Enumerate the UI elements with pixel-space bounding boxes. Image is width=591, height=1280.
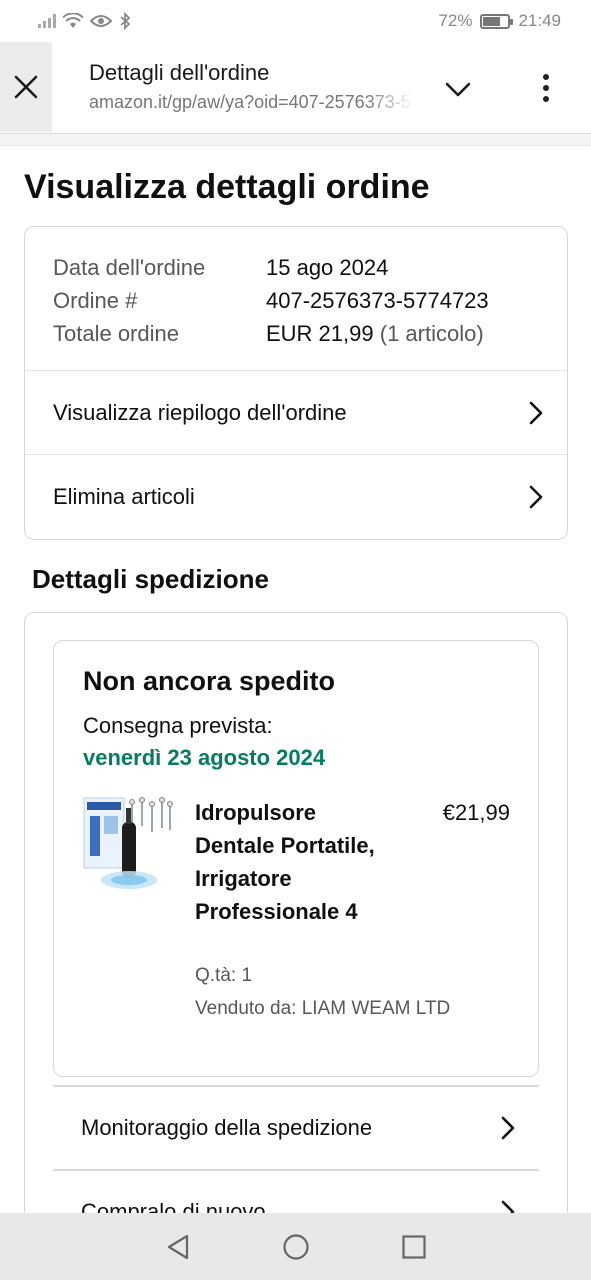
back-button[interactable] xyxy=(163,1232,193,1262)
home-circle-icon xyxy=(282,1233,309,1260)
more-dot-icon xyxy=(543,96,549,102)
order-date-value: 15 ago 2024 xyxy=(266,254,389,280)
recents-button[interactable] xyxy=(399,1232,429,1262)
toolbar-divider xyxy=(0,134,591,146)
order-date-label: Data dell'ordine xyxy=(53,254,206,280)
bluetooth-icon xyxy=(120,12,131,30)
order-summary-card: Data dell'ordine 15 ago 2024 Ordine # 40… xyxy=(24,226,568,540)
recents-square-icon xyxy=(401,1234,426,1259)
close-button[interactable] xyxy=(0,42,52,132)
battery-icon xyxy=(480,13,514,29)
shipment-item-card: Non ancora spedito Consegna prevista: ve… xyxy=(53,640,539,1077)
delivery-estimate-label: Consegna prevista: xyxy=(83,713,273,738)
water-flosser-image xyxy=(83,797,173,889)
wifi-icon xyxy=(63,13,83,28)
view-order-summary-label: Visualizza riepilogo dell'ordine xyxy=(53,399,347,425)
order-number-label: Ordine # xyxy=(53,287,138,313)
chevron-right-icon xyxy=(529,401,543,424)
order-total-value: EUR 21,99 (1 articolo) xyxy=(266,321,484,347)
shipment-card: Non ancora spedito Consegna prevista: ve… xyxy=(24,612,568,1280)
page-tab-title: Dettagli dell'ordine xyxy=(89,60,270,85)
battery-fill xyxy=(483,16,501,26)
order-total-label: Totale ordine xyxy=(53,320,179,346)
battery-percent: 72% xyxy=(438,11,473,30)
status-icons-right: 72% 21:49 xyxy=(438,11,561,31)
product-image[interactable] xyxy=(82,796,174,891)
chevron-right-icon xyxy=(529,485,543,508)
more-dot-icon xyxy=(543,74,549,80)
url-block[interactable]: Dettagli dell'ordine amazon.it/gp/aw/ya?… xyxy=(89,60,414,113)
delete-items-link[interactable]: Elimina articoli xyxy=(25,454,567,538)
order-date-row: Data dell'ordine 15 ago 2024 xyxy=(53,251,567,284)
order-meta: Data dell'ordine 15 ago 2024 Ordine # 40… xyxy=(25,227,567,350)
more-dot-icon xyxy=(543,85,549,91)
back-triangle-icon xyxy=(167,1234,188,1259)
home-button[interactable] xyxy=(281,1232,311,1262)
url-text: amazon.it/gp/aw/ya?oid=407-2576373-57747… xyxy=(89,92,414,112)
view-order-summary-link[interactable]: Visualizza riepilogo dell'ordine xyxy=(25,370,567,454)
order-number-row: Ordine # 407-2576373-5774723 xyxy=(53,284,567,317)
chevron-right-icon xyxy=(501,1116,515,1140)
product-price: €21,99 xyxy=(442,800,510,825)
product-quantity: Q.tà: 1 xyxy=(195,965,253,986)
expand-button[interactable] xyxy=(440,72,476,108)
order-total-row: Totale ordine EUR 21,99 (1 articolo) xyxy=(53,317,567,350)
chevron-down-icon xyxy=(445,82,471,97)
shipping-section-title: Dettagli spedizione xyxy=(32,564,269,594)
browser-toolbar: Dettagli dell'ordine amazon.it/gp/aw/ya?… xyxy=(0,42,591,134)
status-bar: 72% 21:49 xyxy=(0,0,591,42)
page-title: Visualizza dettagli ordine xyxy=(24,168,430,206)
status-icons-left xyxy=(38,12,131,30)
delivery-estimate-date: venerdì 23 agosto 2024 xyxy=(83,745,326,770)
system-navigation-bar xyxy=(0,1213,591,1280)
signal-icon xyxy=(38,14,56,28)
product-seller: Venduto da: LIAM WEAM LTD xyxy=(195,998,451,1019)
product-title-link[interactable]: Idropulsore Dentale Portatile, Irrigator… xyxy=(195,796,395,928)
track-shipment-label: Monitoraggio della spedizione xyxy=(81,1115,373,1140)
eye-icon xyxy=(90,15,112,27)
shipment-status: Non ancora spedito xyxy=(83,666,336,696)
clock-time: 21:49 xyxy=(518,11,561,30)
order-total-amount: EUR 21,99 xyxy=(266,320,374,346)
more-options-button[interactable] xyxy=(532,70,560,106)
close-icon xyxy=(14,75,38,99)
order-item-count: (1 articolo) xyxy=(379,320,484,346)
track-shipment-link[interactable]: Monitoraggio della spedizione xyxy=(53,1085,539,1169)
delete-items-label: Elimina articoli xyxy=(53,483,195,509)
order-number-value: 407-2576373-5774723 xyxy=(266,287,489,313)
